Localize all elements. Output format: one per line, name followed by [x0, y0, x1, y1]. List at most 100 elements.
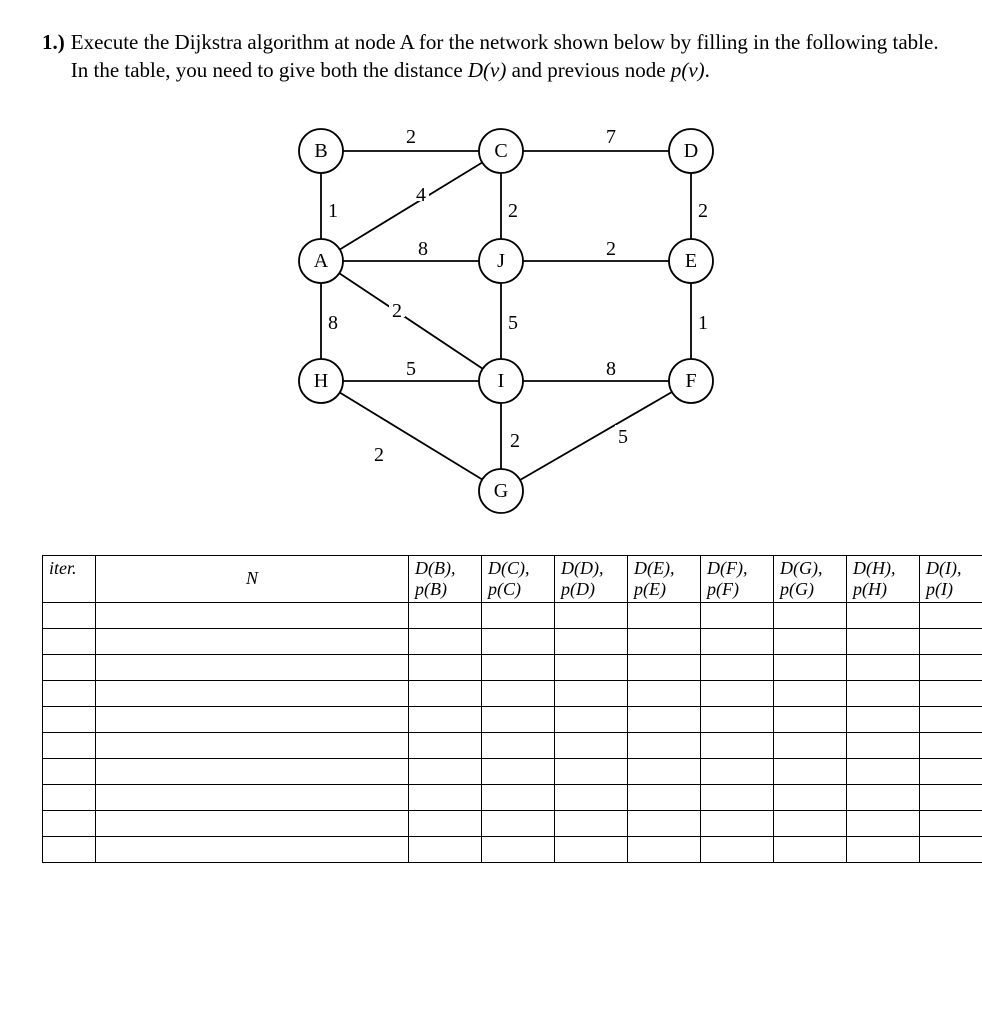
- table-cell: [628, 654, 701, 680]
- table-cell: [701, 732, 774, 758]
- table-cell: [555, 654, 628, 680]
- table-cell: [555, 732, 628, 758]
- table-row: [43, 836, 982, 862]
- col-header-5: D(G),p(G): [774, 555, 847, 602]
- table-cell: [96, 706, 409, 732]
- table-cell: [43, 732, 96, 758]
- edge-weight-H-I: 5: [406, 358, 416, 380]
- node-label-E: E: [685, 250, 697, 272]
- table-cell: [774, 732, 847, 758]
- col-header-d: D(I),: [926, 558, 961, 578]
- col-header-1: D(C),p(C): [482, 555, 555, 602]
- table-cell: [43, 602, 96, 628]
- table-cell: [43, 628, 96, 654]
- table-cell: [628, 680, 701, 706]
- table-cell: [96, 628, 409, 654]
- table-cell: [482, 758, 555, 784]
- node-label-H: H: [314, 370, 328, 392]
- col-header-d: D(D),: [561, 558, 604, 578]
- table-cell: [847, 810, 920, 836]
- table-cell: [920, 784, 982, 810]
- table-cell: [701, 706, 774, 732]
- col-header-p: p(H): [853, 579, 887, 599]
- table-cell: [409, 654, 482, 680]
- question-number: 1.): [42, 28, 65, 85]
- table-cell: [96, 784, 409, 810]
- table-cell: [555, 680, 628, 706]
- col-header-d: D(C),: [488, 558, 530, 578]
- table-cell: [96, 758, 409, 784]
- edge-weight-D-E: 2: [698, 200, 708, 222]
- table-cell: [847, 680, 920, 706]
- edge-weight-B-C: 2: [406, 126, 416, 148]
- table-cell: [43, 654, 96, 680]
- table-cell: [555, 784, 628, 810]
- table-cell: [701, 836, 774, 862]
- table-row: [43, 732, 982, 758]
- table-cell: [96, 680, 409, 706]
- table-cell: [628, 758, 701, 784]
- col-header-p: p(G): [780, 579, 814, 599]
- edge-A-I: [339, 273, 482, 369]
- table-cell: [96, 836, 409, 862]
- table-cell: [43, 680, 96, 706]
- node-label-B: B: [314, 140, 327, 162]
- col-header-p: p(E): [634, 579, 666, 599]
- col-header-d: D(B),: [415, 558, 455, 578]
- table-cell: [920, 836, 982, 862]
- table-cell: [409, 706, 482, 732]
- table-cell: [555, 628, 628, 654]
- table-cell: [920, 680, 982, 706]
- edge-weight-A-I: 2: [392, 300, 402, 322]
- edge-weight-I-G: 2: [510, 430, 520, 452]
- node-label-A: A: [314, 250, 329, 272]
- table-cell: [701, 784, 774, 810]
- func-p: p(v): [671, 58, 705, 82]
- table-cell: [920, 758, 982, 784]
- table-row: [43, 706, 982, 732]
- table-head: iter. N D(B),p(B)D(C),p(C)D(D),p(D)D(E),…: [43, 555, 982, 602]
- table-cell: [774, 758, 847, 784]
- table-cell: [482, 784, 555, 810]
- table-cell: [701, 654, 774, 680]
- table-cell: [628, 836, 701, 862]
- table-row: [43, 758, 982, 784]
- table-cell: [555, 706, 628, 732]
- table-cell: [920, 706, 982, 732]
- table-cell: [774, 628, 847, 654]
- table-cell: [847, 628, 920, 654]
- col-header-d: D(F),: [707, 558, 747, 578]
- col-header-d: D(G),: [780, 558, 823, 578]
- table-cell: [482, 654, 555, 680]
- func-d: D(v): [468, 58, 506, 82]
- network-graph: 27142282825158225 BCDAJEHIFG: [231, 111, 751, 531]
- table-cell: [920, 628, 982, 654]
- table-cell: [847, 784, 920, 810]
- table-cell: [920, 732, 982, 758]
- table-cell: [482, 602, 555, 628]
- table-cell: [628, 706, 701, 732]
- table-cell: [96, 810, 409, 836]
- table-row: [43, 654, 982, 680]
- col-header-0: D(B),p(B): [409, 555, 482, 602]
- edge-weight-J-E: 2: [606, 238, 616, 260]
- table-header-row: iter. N D(B),p(B)D(C),p(C)D(D),p(D)D(E),…: [43, 555, 982, 602]
- table-cell: [774, 836, 847, 862]
- table-cell: [43, 758, 96, 784]
- edge-weight-A-H: 8: [328, 312, 338, 334]
- table-cell: [96, 732, 409, 758]
- question-text: Execute the Dijkstra algorithm at node A…: [71, 28, 940, 85]
- table-cell: [482, 810, 555, 836]
- table-cell: [920, 810, 982, 836]
- table-cell: [555, 810, 628, 836]
- table-cell: [43, 810, 96, 836]
- edge-weight-A-J: 8: [418, 238, 428, 260]
- edge-weight-C-D: 7: [606, 126, 616, 148]
- table-cell: [482, 836, 555, 862]
- node-label-G: G: [494, 480, 508, 502]
- col-header-3: D(E),p(E): [628, 555, 701, 602]
- col-header-7: D(I),p(I): [920, 555, 982, 602]
- table-cell: [701, 602, 774, 628]
- table-cell: [482, 732, 555, 758]
- table-cell: [847, 654, 920, 680]
